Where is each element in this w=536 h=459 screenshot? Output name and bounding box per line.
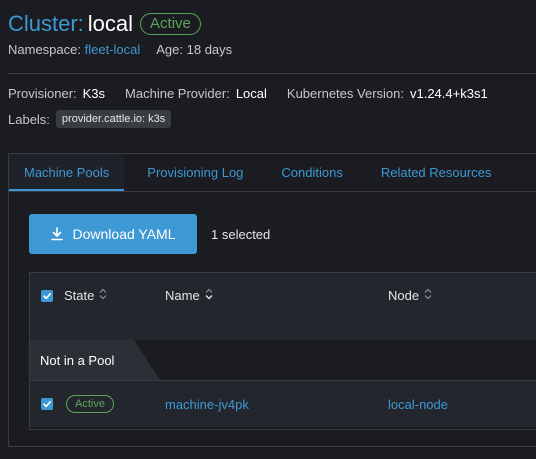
- node-column-header[interactable]: Node: [388, 273, 432, 318]
- row-checkbox[interactable]: [41, 398, 53, 410]
- k8s-version-label: Kubernetes Version:: [286, 86, 404, 101]
- state-cell: Active: [41, 381, 114, 427]
- sort-down-icon[interactable]: [205, 288, 213, 303]
- cluster-detail-page: Cluster: local Active Namespace: fleet-l…: [0, 0, 536, 459]
- sort-icon[interactable]: [99, 288, 107, 303]
- cluster-meta: Namespace: fleet-local Age: 18 days: [8, 42, 232, 57]
- machine-provider-label: Machine Provider:: [125, 86, 230, 101]
- k8s-version-prop: Kubernetes Version: v1.24.4+k3s1: [287, 86, 488, 101]
- namespace-info: Namespace: fleet-local: [8, 42, 140, 57]
- tab-bar: Machine Pools Provisioning Log Condition…: [9, 154, 536, 192]
- machines-table: State Name Node Not in a Pool Active mac…: [29, 272, 536, 430]
- name-column-header[interactable]: Name: [165, 273, 213, 318]
- namespace-label: Namespace:: [8, 42, 81, 57]
- name-cell: machine-jv4pk: [165, 381, 249, 427]
- age-info: Age: 18 days: [156, 42, 232, 57]
- table-header: State Name Node: [30, 273, 536, 319]
- cluster-properties: Provisioner: K3s Machine Provider: Local K…: [8, 86, 488, 101]
- namespace-link[interactable]: fleet-local: [85, 42, 141, 57]
- k8s-version-value: v1.24.4+k3s1: [409, 86, 488, 101]
- tabs-panel: Machine Pools Provisioning Log Condition…: [8, 153, 536, 447]
- provisioner-prop: Provisioner: K3s: [8, 86, 105, 101]
- label-tag: provider.cattle.io: k3s: [55, 110, 172, 128]
- sort-icon[interactable]: [424, 288, 432, 303]
- tab-machine-pools[interactable]: Machine Pools: [9, 154, 125, 191]
- tab-conditions[interactable]: Conditions: [266, 154, 357, 191]
- state-header-label: State: [64, 288, 95, 303]
- name-header-label: Name: [165, 288, 200, 303]
- table-toolbar: Download YAML 1 selected: [29, 214, 270, 254]
- checkbox-checked-icon: [43, 401, 51, 408]
- labels-label: Labels:: [8, 111, 50, 127]
- select-all-checkbox[interactable]: [41, 289, 53, 302]
- provisioner-label: Provisioner:: [8, 86, 77, 101]
- node-cell: local-node: [388, 381, 448, 427]
- machine-name-link[interactable]: machine-jv4pk: [165, 397, 249, 412]
- cluster-name: local: [87, 11, 134, 36]
- age-value: 18 days: [186, 42, 233, 57]
- tab-provisioning-log[interactable]: Provisioning Log: [132, 154, 258, 191]
- group-spacer: [30, 318, 536, 340]
- group-header-not-in-pool: Not in a Pool: [30, 340, 160, 380]
- download-yaml-button[interactable]: Download YAML: [29, 214, 197, 254]
- node-header-label: Node: [388, 288, 420, 303]
- selection-count: 1 selected: [211, 226, 271, 242]
- header-divider: [8, 73, 536, 74]
- status-badge: Active: [140, 13, 201, 35]
- tab-related-resources[interactable]: Related Resources: [366, 154, 507, 191]
- page-title: Cluster: local Active: [8, 8, 201, 40]
- checkbox-checked-icon: [43, 292, 51, 299]
- labels-row: Labels: provider.cattle.io: k3s: [8, 110, 172, 128]
- title-prefix: Cluster:: [8, 11, 84, 36]
- node-link[interactable]: local-node: [388, 397, 448, 412]
- machine-provider-value: Local: [235, 86, 267, 101]
- age-label: Age:: [156, 42, 183, 57]
- download-icon: [50, 227, 63, 241]
- row-status-badge: Active: [66, 395, 114, 413]
- download-yaml-label: Download YAML: [72, 226, 176, 242]
- table-row[interactable]: Active machine-jv4pk local-node: [30, 381, 536, 427]
- state-column-header[interactable]: State: [41, 273, 107, 318]
- provisioner-value: K3s: [82, 86, 106, 101]
- machine-provider-prop: Machine Provider: Local: [125, 86, 267, 101]
